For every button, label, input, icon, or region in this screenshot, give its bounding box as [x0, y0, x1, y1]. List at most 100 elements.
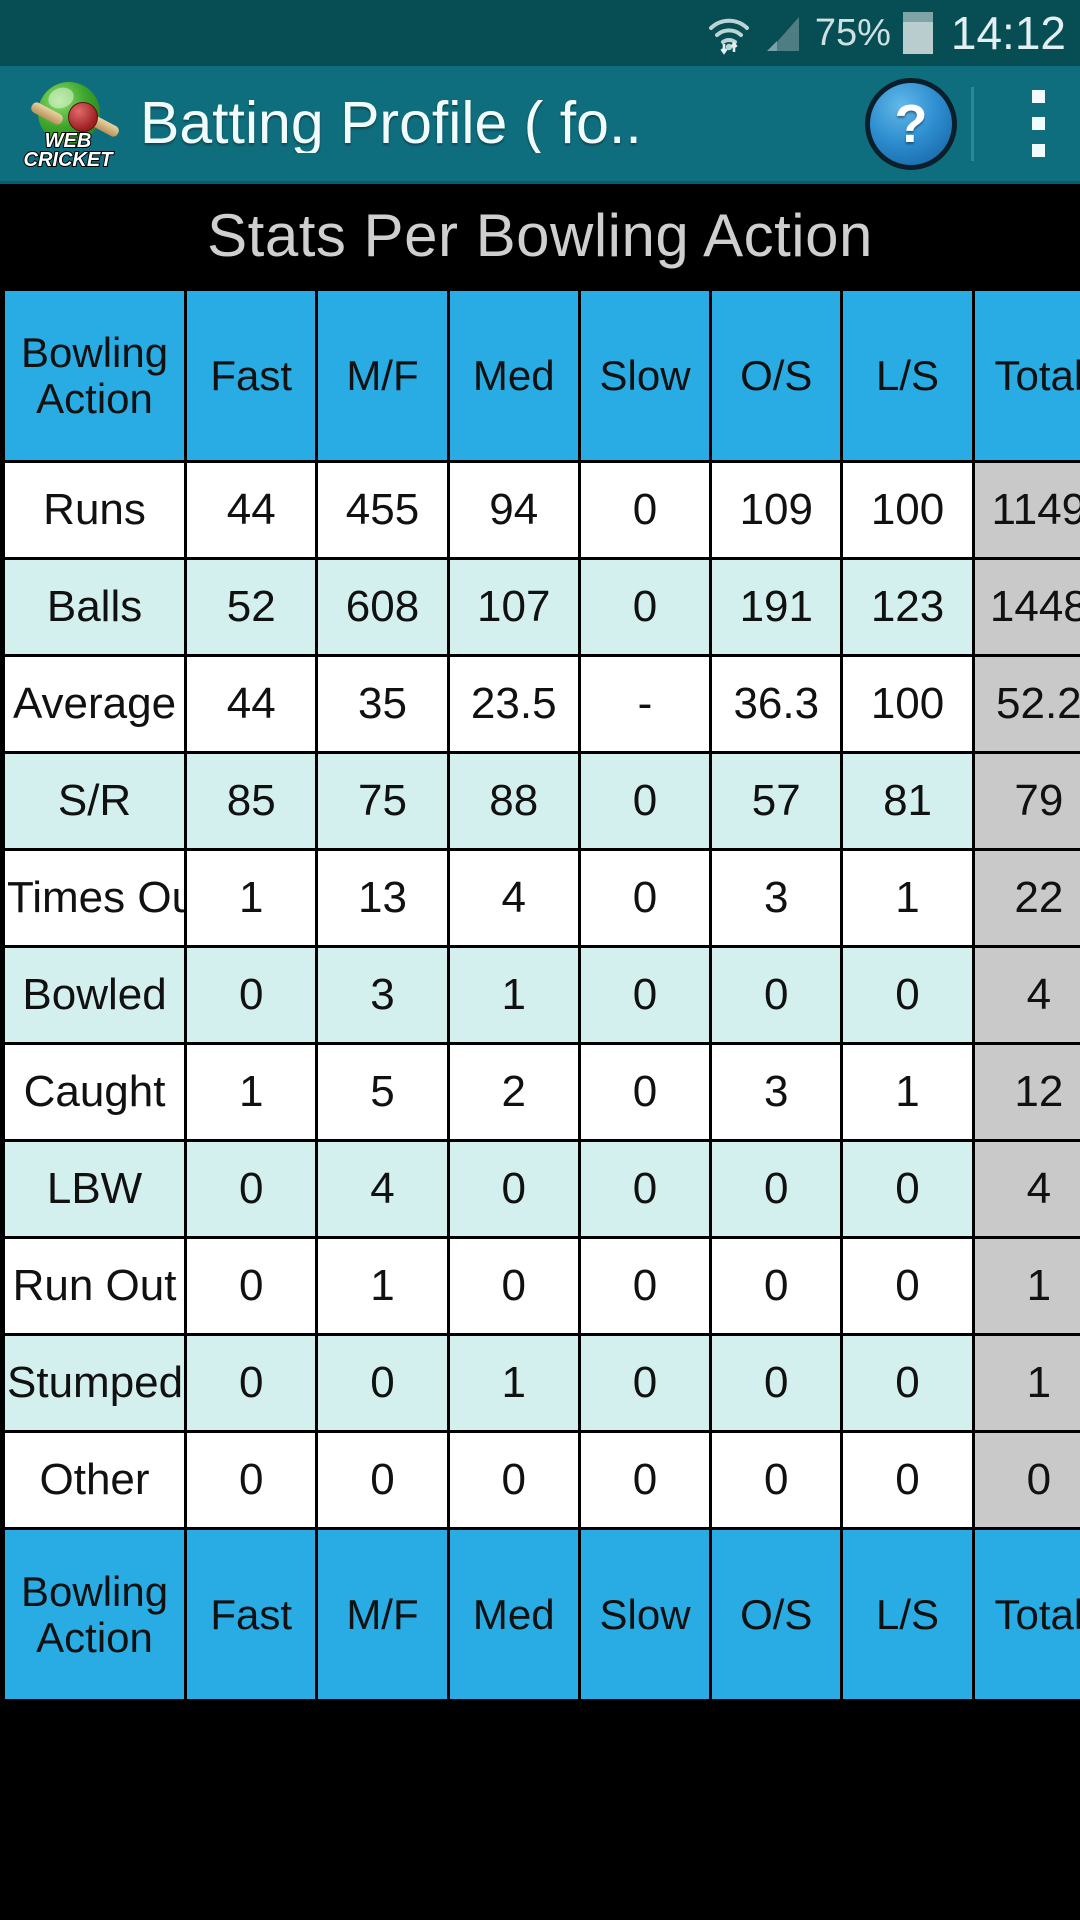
- cell-value: 1: [184, 848, 319, 948]
- cell-value: 36.3: [709, 654, 844, 754]
- row-label: Average: [1, 654, 188, 754]
- cell-total: 1: [971, 1333, 1080, 1433]
- cell-value: 123: [840, 557, 975, 657]
- cell-value: 0: [184, 945, 319, 1045]
- cell-value: 0: [840, 945, 975, 1045]
- column-footer-med[interactable]: Med: [446, 1527, 581, 1702]
- cell-value: 1: [446, 945, 581, 1045]
- cell-value: 0: [577, 1333, 713, 1433]
- cell-value: 94: [446, 460, 581, 560]
- cell-value: 0: [577, 1139, 713, 1239]
- cell-value: 4: [315, 1139, 450, 1239]
- status-clock: 14:12: [950, 7, 1066, 59]
- status-bar: 75% 14:12: [0, 0, 1080, 66]
- cell-value: 100: [840, 460, 975, 560]
- table-row[interactable]: Bowled 0 3 1 0 0 0 4: [1, 945, 1080, 1045]
- stats-table: Bowling Action Fast M/F Med Slow O/S L/S Total R…: [1, 288, 1080, 1702]
- overflow-menu-icon[interactable]: [1008, 90, 1068, 157]
- table-row[interactable]: Average 44 35 23.5-36.3 100 52.2: [1, 654, 1080, 754]
- cell-total: 22: [971, 848, 1080, 948]
- row-label: Run Out: [1, 1236, 188, 1336]
- row-label: Balls: [1, 557, 188, 657]
- cell-value: 0: [840, 1430, 975, 1530]
- column-header-fast[interactable]: Fast: [184, 288, 319, 463]
- cell-value: 44: [184, 654, 319, 754]
- cell-value: 100: [840, 654, 975, 754]
- cell-value: 0: [577, 460, 713, 560]
- page-title: Stats Per Bowling Action: [0, 184, 1080, 288]
- table-row[interactable]: Balls 52 608 107 0 191 123 1448: [1, 557, 1080, 657]
- app-root: 75% 14:12 WEB CRICKET Batting Profile ( …: [0, 0, 1080, 1920]
- row-label: Other: [1, 1430, 188, 1530]
- logo-text-line2: CRICKET: [23, 148, 114, 171]
- column-footer-l-s[interactable]: L/S: [840, 1527, 975, 1702]
- column-footer-m-f[interactable]: M/F: [315, 1527, 450, 1702]
- stats-table-container[interactable]: Bowling Action Fast M/F Med Slow O/S L/S Total R…: [0, 288, 1080, 1702]
- cell-value: 88: [446, 751, 581, 851]
- column-footer-total[interactable]: Total: [971, 1527, 1080, 1702]
- row-label: Times Out: [1, 848, 188, 948]
- cell-value: 0: [446, 1430, 581, 1530]
- cell-value: 57: [709, 751, 844, 851]
- cell-value: 107: [446, 557, 581, 657]
- cell-value: 1: [184, 1042, 319, 1142]
- battery-icon: [902, 12, 933, 54]
- cell-value: 0: [577, 557, 713, 657]
- cell-total: 4: [971, 1139, 1080, 1239]
- cell-value: 0: [709, 945, 844, 1045]
- column-footer-o-s[interactable]: O/S: [709, 1527, 844, 1702]
- cell-value: 23.5: [446, 654, 581, 754]
- web-cricket-logo-icon[interactable]: WEB CRICKET: [12, 74, 124, 174]
- table-row[interactable]: Caught 1 5 2 0 3 1 12: [1, 1042, 1080, 1142]
- cell-value: 191: [709, 557, 844, 657]
- cellular-signal-icon: [763, 11, 803, 55]
- cell-value: 4: [446, 848, 581, 948]
- cell-value: -: [577, 654, 713, 754]
- row-label: Caught: [1, 1042, 188, 1142]
- column-header-m-f[interactable]: M/F: [315, 288, 450, 463]
- cell-total: 1149: [971, 460, 1080, 560]
- table-head: Bowling Action Fast M/F Med Slow O/S L/S Total: [1, 288, 1080, 463]
- cell-value: 35: [315, 654, 450, 754]
- row-label: Runs: [1, 460, 188, 560]
- cell-value: 0: [184, 1430, 319, 1530]
- help-button[interactable]: ?: [865, 77, 957, 170]
- cell-value: 3: [709, 1042, 844, 1142]
- cell-value: 85: [184, 751, 319, 851]
- cell-value: 0: [840, 1139, 975, 1239]
- cell-value: 0: [446, 1139, 581, 1239]
- column-header-action[interactable]: Bowling Action: [1, 288, 188, 463]
- column-header-l-s[interactable]: L/S: [840, 288, 975, 463]
- cell-value: 3: [709, 848, 844, 948]
- cell-value: 455: [315, 460, 450, 560]
- column-footer-fast[interactable]: Fast: [184, 1527, 319, 1702]
- cell-value: 0: [184, 1236, 319, 1336]
- cell-value: 0: [184, 1139, 319, 1239]
- battery-percent-label: 75%: [814, 12, 891, 54]
- table-row[interactable]: Runs 44 455 94 0 109 100 1149: [1, 460, 1080, 560]
- cell-value: 0: [315, 1430, 450, 1530]
- column-header-total[interactable]: Total: [971, 288, 1080, 463]
- table-row[interactable]: Other 0 0 0 0 0 0 0: [1, 1430, 1080, 1530]
- cell-value: 0: [446, 1236, 581, 1336]
- table-row[interactable]: Stumped 0 0 1 0 0 0 1: [1, 1333, 1080, 1433]
- column-header-med[interactable]: Med: [446, 288, 581, 463]
- table-row[interactable]: Times Out113403122: [1, 848, 1080, 948]
- cell-total: 0: [971, 1430, 1080, 1530]
- cell-total: 12: [971, 1042, 1080, 1142]
- cell-value: 75: [315, 751, 450, 851]
- cell-value: 0: [840, 1236, 975, 1336]
- table-row[interactable]: S/R 85 75 88 0 57 81 79: [1, 751, 1080, 851]
- table-header-row: Bowling Action Fast M/F Med Slow O/S L/S Total: [1, 288, 1080, 463]
- cell-value: 13: [315, 848, 450, 948]
- column-header-o-s[interactable]: O/S: [709, 288, 844, 463]
- column-header-slow[interactable]: Slow: [577, 288, 713, 463]
- cell-value: 0: [577, 848, 713, 948]
- column-footer-action[interactable]: Bowling Action: [1, 1527, 188, 1702]
- column-footer-slow[interactable]: Slow: [577, 1527, 713, 1702]
- table-row[interactable]: Run Out 0 1 0 0 0 0 1: [1, 1236, 1080, 1336]
- cell-value: 0: [577, 945, 713, 1045]
- cell-value: 5: [315, 1042, 450, 1142]
- table-row[interactable]: LBW 0 4 0 0 0 0 4: [1, 1139, 1080, 1239]
- wifi-icon: [707, 11, 751, 55]
